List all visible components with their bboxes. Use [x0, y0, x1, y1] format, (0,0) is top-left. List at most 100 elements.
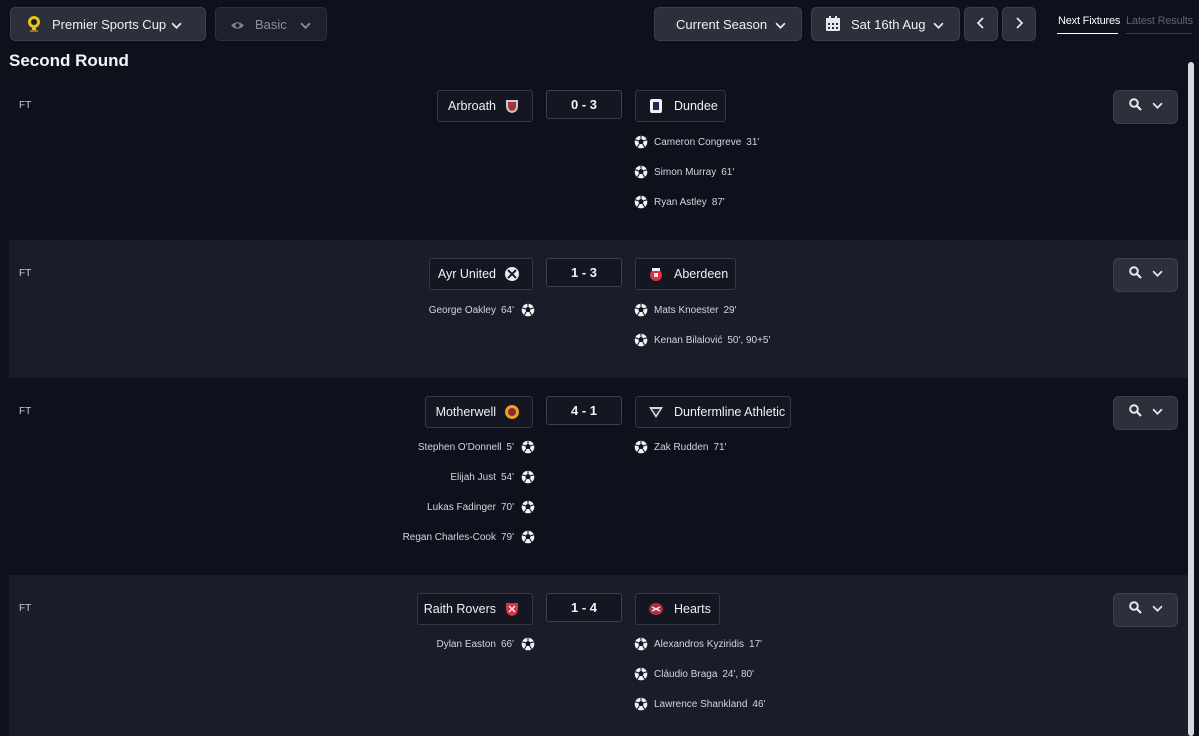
ayr-united-crest-icon — [504, 266, 520, 282]
search-icon — [1128, 266, 1142, 284]
away-team[interactable]: Dunfermline Athletic — [635, 396, 791, 428]
match-details-button[interactable] — [1113, 593, 1178, 627]
dunfermline-crest-icon — [648, 404, 664, 420]
scorer-name: Simon Murray — [654, 166, 717, 178]
scorer-name: Ryan Astley — [654, 196, 707, 208]
home-team[interactable]: Arbroath — [437, 90, 533, 122]
scorer-name: George Oakley — [428, 304, 496, 316]
goal-minute: 87' — [711, 196, 725, 208]
goal-minute: 79' — [500, 531, 514, 543]
score: 0 - 3 — [546, 90, 622, 119]
goal-event: Stephen O'Donnell 5' — [418, 439, 535, 455]
football-icon — [634, 195, 648, 209]
goal-minute: 31' — [746, 136, 760, 148]
match-status: FT — [19, 406, 32, 417]
scorer-name: Zak Rudden — [654, 441, 709, 453]
team-name: Arbroath — [448, 99, 496, 113]
match-details-button[interactable] — [1113, 396, 1178, 430]
home-team[interactable]: Ayr United — [429, 258, 533, 290]
home-team[interactable]: Raith Rovers — [417, 593, 533, 625]
away-team[interactable]: Hearts — [635, 593, 720, 625]
scorer-name: Cláudio Braga — [654, 668, 718, 680]
football-icon — [634, 303, 648, 317]
tab-next-fixtures[interactable]: Next Fixtures — [1058, 15, 1120, 27]
competition-dropdown[interactable]: Premier Sports Cup — [10, 7, 206, 41]
competition-label: Premier Sports Cup — [52, 17, 167, 32]
next-date-button[interactable] — [1002, 7, 1036, 41]
scorer-name: Elijah Just — [450, 471, 496, 483]
football-icon — [521, 303, 535, 317]
football-icon — [634, 667, 648, 681]
search-icon — [1128, 404, 1142, 422]
match-row: FT Ayr United 1 - 3 Aberdeen George Oakl… — [9, 240, 1189, 378]
chevron-down-icon — [933, 20, 944, 30]
goal-minute: 64' — [500, 304, 514, 316]
scorer-name: Dylan Easton — [436, 638, 496, 650]
view-mode-label: Basic — [255, 17, 287, 32]
scorer-name: Kenan Bilalović — [654, 334, 723, 346]
search-icon — [1128, 601, 1142, 619]
chevron-down-icon — [1151, 98, 1163, 116]
score: 4 - 1 — [546, 396, 622, 425]
scorer-name: Cameron Congreve — [654, 136, 742, 148]
football-icon — [634, 440, 648, 454]
eye-icon — [230, 19, 245, 34]
chevron-left-icon — [976, 16, 986, 32]
chevron-down-icon — [1151, 404, 1163, 422]
search-icon — [1128, 98, 1142, 116]
football-icon — [634, 637, 648, 651]
goal-minute: 66' — [500, 638, 514, 650]
goal-event: Cameron Congreve 31' — [634, 134, 759, 150]
tab-latest-results[interactable]: Latest Results — [1126, 15, 1193, 27]
chevron-right-icon — [1014, 16, 1024, 32]
date-label: Sat 16th Aug — [851, 17, 926, 32]
season-dropdown[interactable]: Current Season — [654, 7, 802, 41]
goal-event: George Oakley 64' — [429, 302, 535, 318]
dundee-crest-icon — [648, 98, 664, 114]
chevron-down-icon — [171, 20, 182, 30]
home-team[interactable]: Motherwell — [425, 396, 533, 428]
season-label: Current Season — [676, 17, 768, 32]
hearts-crest-icon — [648, 601, 664, 617]
goal-minute: 46' — [752, 698, 766, 710]
section-title: Second Round — [9, 51, 129, 70]
date-dropdown[interactable]: Sat 16th Aug — [811, 7, 960, 41]
match-details-button[interactable] — [1113, 90, 1178, 124]
football-icon — [521, 637, 535, 651]
goal-minute: 24', 80' — [722, 668, 754, 680]
goal-minute: 70' — [500, 501, 514, 513]
goal-event: Kenan Bilalović 50', 90+5' — [634, 332, 770, 348]
away-team[interactable]: Aberdeen — [635, 258, 736, 290]
football-icon — [634, 697, 648, 711]
goal-minute: 17' — [749, 638, 763, 650]
previous-date-button[interactable] — [964, 7, 998, 41]
football-icon — [634, 333, 648, 347]
goal-event: Elijah Just 54' — [450, 469, 535, 485]
team-name: Raith Rovers — [423, 602, 496, 616]
football-icon — [521, 530, 535, 544]
goal-event: Zak Rudden 71' — [634, 439, 727, 455]
scorer-name: Lawrence Shankland — [654, 698, 748, 710]
score: 1 - 3 — [546, 258, 622, 287]
goal-event: Cláudio Braga 24', 80' — [634, 666, 754, 682]
goal-event: Lawrence Shankland 46' — [634, 696, 765, 712]
view-mode-dropdown[interactable]: Basic — [215, 7, 327, 41]
match-status: FT — [19, 268, 32, 279]
goal-event: Regan Charles-Cook 79' — [403, 529, 535, 545]
scorer-name: Regan Charles-Cook — [402, 531, 496, 543]
toolbar: Premier Sports Cup Basic Current Season — [0, 0, 1199, 48]
away-team[interactable]: Dundee — [635, 90, 726, 122]
team-name: Dunfermline Athletic — [674, 405, 786, 419]
team-name: Motherwell — [435, 405, 496, 419]
scrollbar[interactable] — [1188, 62, 1194, 736]
team-name: Aberdeen — [674, 267, 729, 281]
score: 1 - 4 — [546, 593, 622, 622]
team-name: Dundee — [674, 99, 718, 113]
football-icon — [634, 135, 648, 149]
goal-event: Dylan Easton 66' — [436, 636, 535, 652]
raith-rovers-crest-icon — [504, 601, 520, 617]
goal-minute: 50', 90+5' — [727, 334, 771, 346]
match-details-button[interactable] — [1113, 258, 1178, 292]
scorer-name: Stephen O'Donnell — [417, 441, 502, 453]
motherwell-crest-icon — [504, 404, 520, 420]
